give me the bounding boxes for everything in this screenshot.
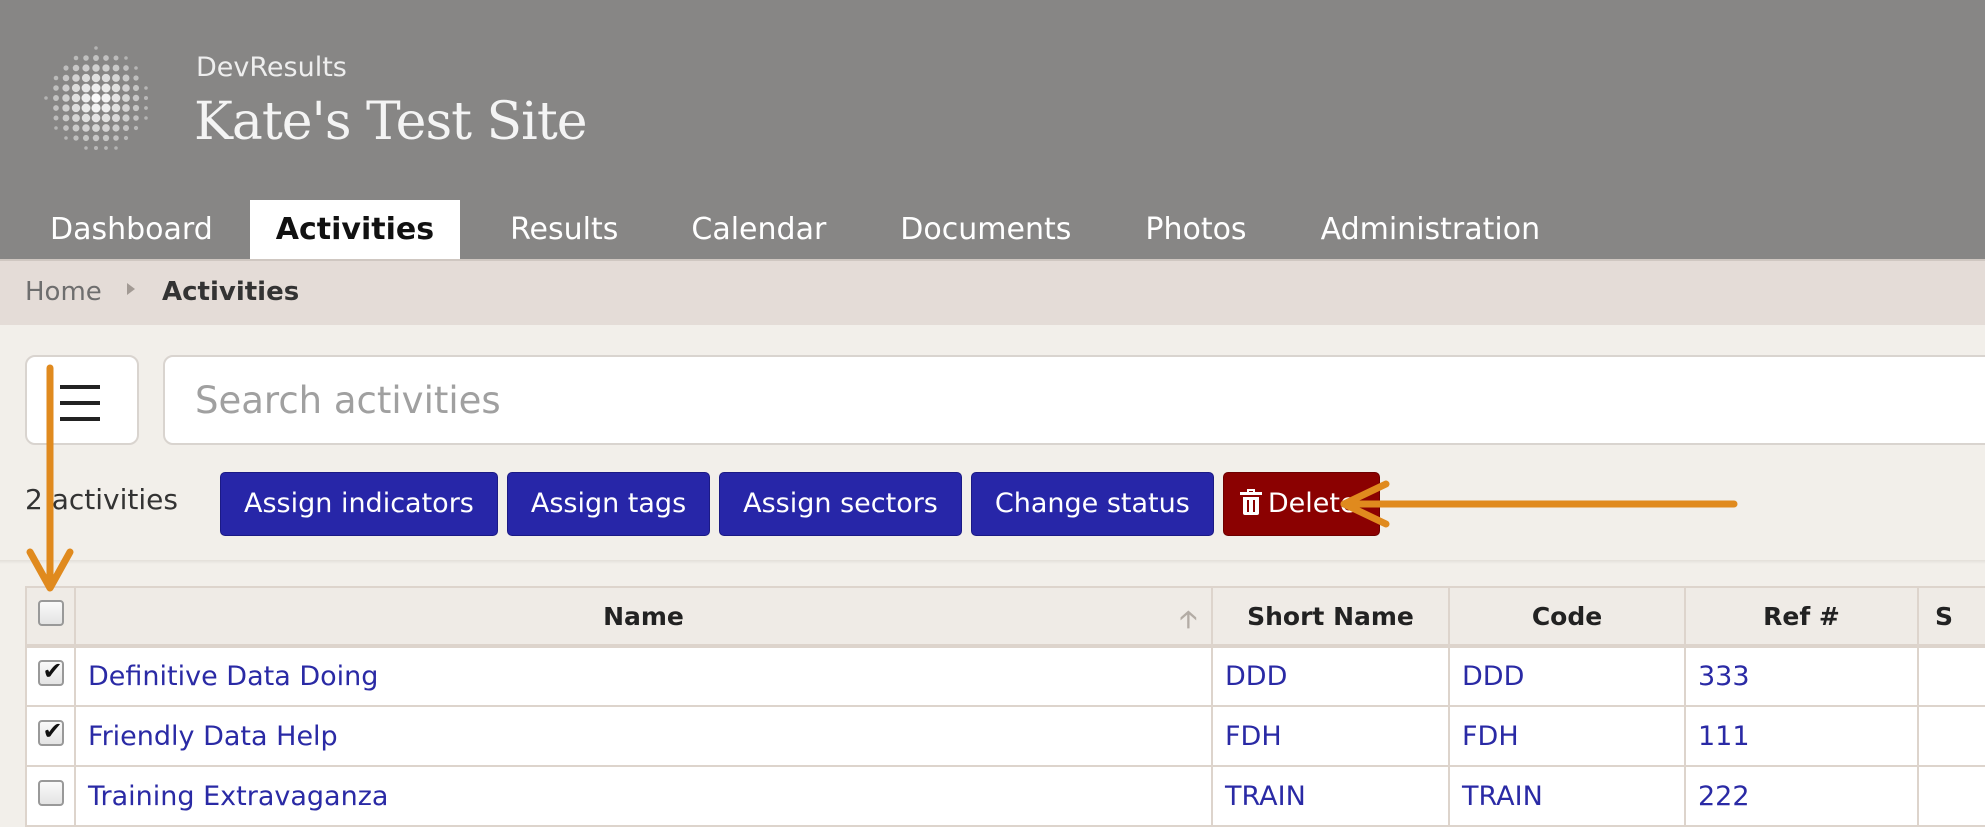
row-select-cell: ✔ — [25, 705, 76, 767]
breadcrumb-home-link[interactable]: Home — [25, 277, 102, 307]
select-all-cell — [25, 586, 76, 647]
activity-link[interactable]: Training Extravaganza — [88, 781, 388, 812]
menu-toggle-button[interactable] — [25, 355, 139, 445]
code-link[interactable]: DDD — [1462, 661, 1524, 692]
short-name-link[interactable]: TRAIN — [1225, 781, 1306, 812]
nav-tab-activities[interactable]: Activities — [249, 200, 461, 259]
ref-link[interactable]: 222 — [1698, 781, 1750, 812]
cell-ref: 111 — [1684, 705, 1919, 767]
cell-ref: 333 — [1684, 645, 1919, 707]
column-header-code[interactable]: Code — [1448, 586, 1686, 647]
short-name-link[interactable]: FDH — [1225, 721, 1282, 752]
column-header-short-name[interactable]: Short Name — [1211, 586, 1450, 647]
nav-tab-documents[interactable]: Documents — [863, 200, 1108, 259]
nav-tab-photos[interactable]: Photos — [1108, 200, 1283, 259]
trash-icon — [1239, 489, 1262, 515]
cell-status — [1917, 765, 1985, 827]
delete-button[interactable]: Delete — [1222, 472, 1380, 536]
cell-status — [1917, 705, 1985, 767]
cell-short-name: FDH — [1211, 705, 1450, 767]
code-link[interactable]: FDH — [1462, 721, 1519, 752]
cell-short-name: DDD — [1211, 645, 1450, 707]
cell-code: DDD — [1448, 645, 1686, 707]
nav-tab-dashboard[interactable]: Dashboard — [0, 200, 250, 259]
select-all-checkbox[interactable] — [37, 600, 64, 626]
breadcrumb: Home Activities — [0, 259, 1985, 325]
site-title[interactable]: Kate's Test Site — [194, 92, 587, 152]
table-row: Training Extravaganza TRAIN TRAIN 222 — [25, 765, 1985, 827]
devresults-logo-icon[interactable] — [40, 42, 155, 157]
row-checkbox[interactable]: ✔ — [37, 716, 64, 746]
column-header-ref[interactable]: Ref # — [1684, 586, 1919, 647]
toolbar-divider — [0, 560, 1985, 564]
main-nav: Dashboard Activities Results Calendar Do… — [0, 200, 1985, 259]
cell-code: FDH — [1448, 705, 1686, 767]
cell-name: Definitive Data Doing — [74, 645, 1213, 707]
nav-tab-results[interactable]: Results — [460, 200, 654, 259]
search-input[interactable] — [163, 355, 1985, 445]
org-name: DevResults — [196, 52, 347, 83]
cell-code: TRAIN — [1448, 765, 1686, 827]
table-header-row: Name 🡡 Short Name Code Ref # S — [25, 586, 1985, 647]
cell-status — [1917, 645, 1985, 707]
sort-ascending-icon[interactable]: 🡡 — [1180, 602, 1197, 643]
annotation-arrow-down-head-icon — [26, 548, 74, 592]
cell-name: Friendly Data Help — [74, 705, 1213, 767]
assign-indicators-button[interactable]: Assign indicators — [220, 472, 498, 536]
activity-link[interactable]: Definitive Data Doing — [88, 661, 378, 692]
table-row: ✔ Definitive Data Doing DDD DDD 333 — [25, 645, 1985, 707]
nav-tab-calendar[interactable]: Calendar — [654, 200, 863, 259]
app-header: DevResults Kate's Test Site Dashboard Ac… — [0, 0, 1985, 259]
assign-tags-button[interactable]: Assign tags — [506, 472, 711, 536]
nav-tab-administration[interactable]: Administration — [1284, 200, 1578, 259]
column-header-name-label: Name — [603, 601, 684, 631]
breadcrumb-separator-icon — [127, 283, 135, 295]
assign-sectors-button[interactable]: Assign sectors — [719, 472, 962, 536]
column-header-status[interactable]: S — [1917, 586, 1985, 647]
bulk-actions: Assign indicators Assign tags Assign sec… — [220, 472, 1380, 536]
table-row: ✔ Friendly Data Help FDH FDH 111 — [25, 705, 1985, 767]
ref-link[interactable]: 111 — [1698, 721, 1750, 752]
checkmark-icon: ✔ — [42, 657, 63, 685]
row-select-cell: ✔ — [25, 645, 76, 707]
checkmark-icon: ✔ — [42, 716, 63, 745]
short-name-link[interactable]: DDD — [1225, 661, 1287, 692]
change-status-button[interactable]: Change status — [970, 472, 1214, 536]
column-header-name[interactable]: Name 🡡 — [74, 586, 1213, 647]
activities-table: Name 🡡 Short Name Code Ref # S ✔ Definit… — [25, 586, 1985, 827]
row-select-cell — [25, 765, 76, 827]
hamburger-icon — [60, 385, 100, 433]
row-checkbox[interactable] — [37, 779, 64, 806]
code-link[interactable]: TRAIN — [1462, 781, 1543, 812]
delete-button-label: Delete — [1267, 488, 1357, 519]
cell-short-name: TRAIN — [1211, 765, 1450, 827]
activity-link[interactable]: Friendly Data Help — [88, 721, 338, 752]
cell-name: Training Extravaganza — [74, 765, 1213, 827]
breadcrumb-current: Activities — [162, 277, 300, 307]
row-checkbox[interactable]: ✔ — [37, 657, 64, 686]
cell-ref: 222 — [1684, 765, 1919, 827]
activity-count: 2 activities — [25, 483, 178, 516]
ref-link[interactable]: 333 — [1698, 661, 1750, 692]
